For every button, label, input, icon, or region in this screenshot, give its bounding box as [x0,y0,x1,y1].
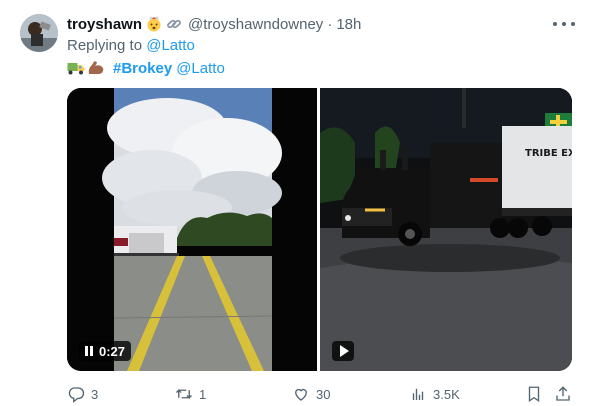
views-button[interactable]: 3.5K [409,384,460,404]
exploding-head-emoji-icon [146,16,162,32]
bookmark-button[interactable] [525,384,543,404]
video-right[interactable]: TRIBE EXPR [320,88,572,371]
mention-link[interactable]: @Latto [176,60,225,77]
replying-to: Replying to @Latto [67,36,195,56]
play-button[interactable] [332,341,354,361]
reply-to-mention[interactable]: @Latto [146,37,195,54]
views-chart-icon [412,388,424,400]
video-duration-badge[interactable]: 0:27 [79,341,132,361]
play-icon[interactable] [339,345,349,357]
share-icon [556,386,570,401]
trailer-text: TRIBE EXPR [525,148,572,159]
timestamp[interactable]: 18h [336,16,361,33]
hashtag-link[interactable]: #Brokey [113,60,172,77]
like-count: 30 [316,386,331,402]
reply-count: 3 [91,386,99,402]
link-emoji-icon [166,16,182,32]
separator-dot: · [327,15,333,33]
share-button[interactable] [554,384,572,404]
pause-icon[interactable] [85,346,93,356]
avatar[interactable] [20,14,58,52]
truck-emoji-icon [67,60,85,76]
heart-icon [295,388,307,401]
tweet-header: troyshawn @troyshawndowney · 18h [67,14,361,34]
author-handle[interactable]: @troyshawndowney [188,16,323,33]
video-left[interactable]: 0:27 [67,88,317,371]
views-count: 3.5K [433,386,460,402]
action-bar: 3 1 30 3.5K [67,384,572,404]
author-name[interactable]: troyshawn [67,16,142,33]
video-duration: 0:27 [99,343,126,359]
retweet-icon [176,389,192,399]
more-options-icon[interactable] [553,15,575,33]
flexed-biceps-emoji-icon [87,60,105,76]
reply-prefix: Replying to [67,37,143,54]
retweet-count: 1 [199,386,207,402]
reply-button[interactable]: 3 [67,384,98,404]
bookmark-icon [528,386,540,403]
like-button[interactable]: 30 [292,384,330,404]
media-grid: 0:27 TRIBE EXPR [67,88,572,371]
tweet-text: #Brokey @Latto [67,58,225,78]
reply-icon [68,387,85,403]
retweet-button[interactable]: 1 [175,384,206,404]
